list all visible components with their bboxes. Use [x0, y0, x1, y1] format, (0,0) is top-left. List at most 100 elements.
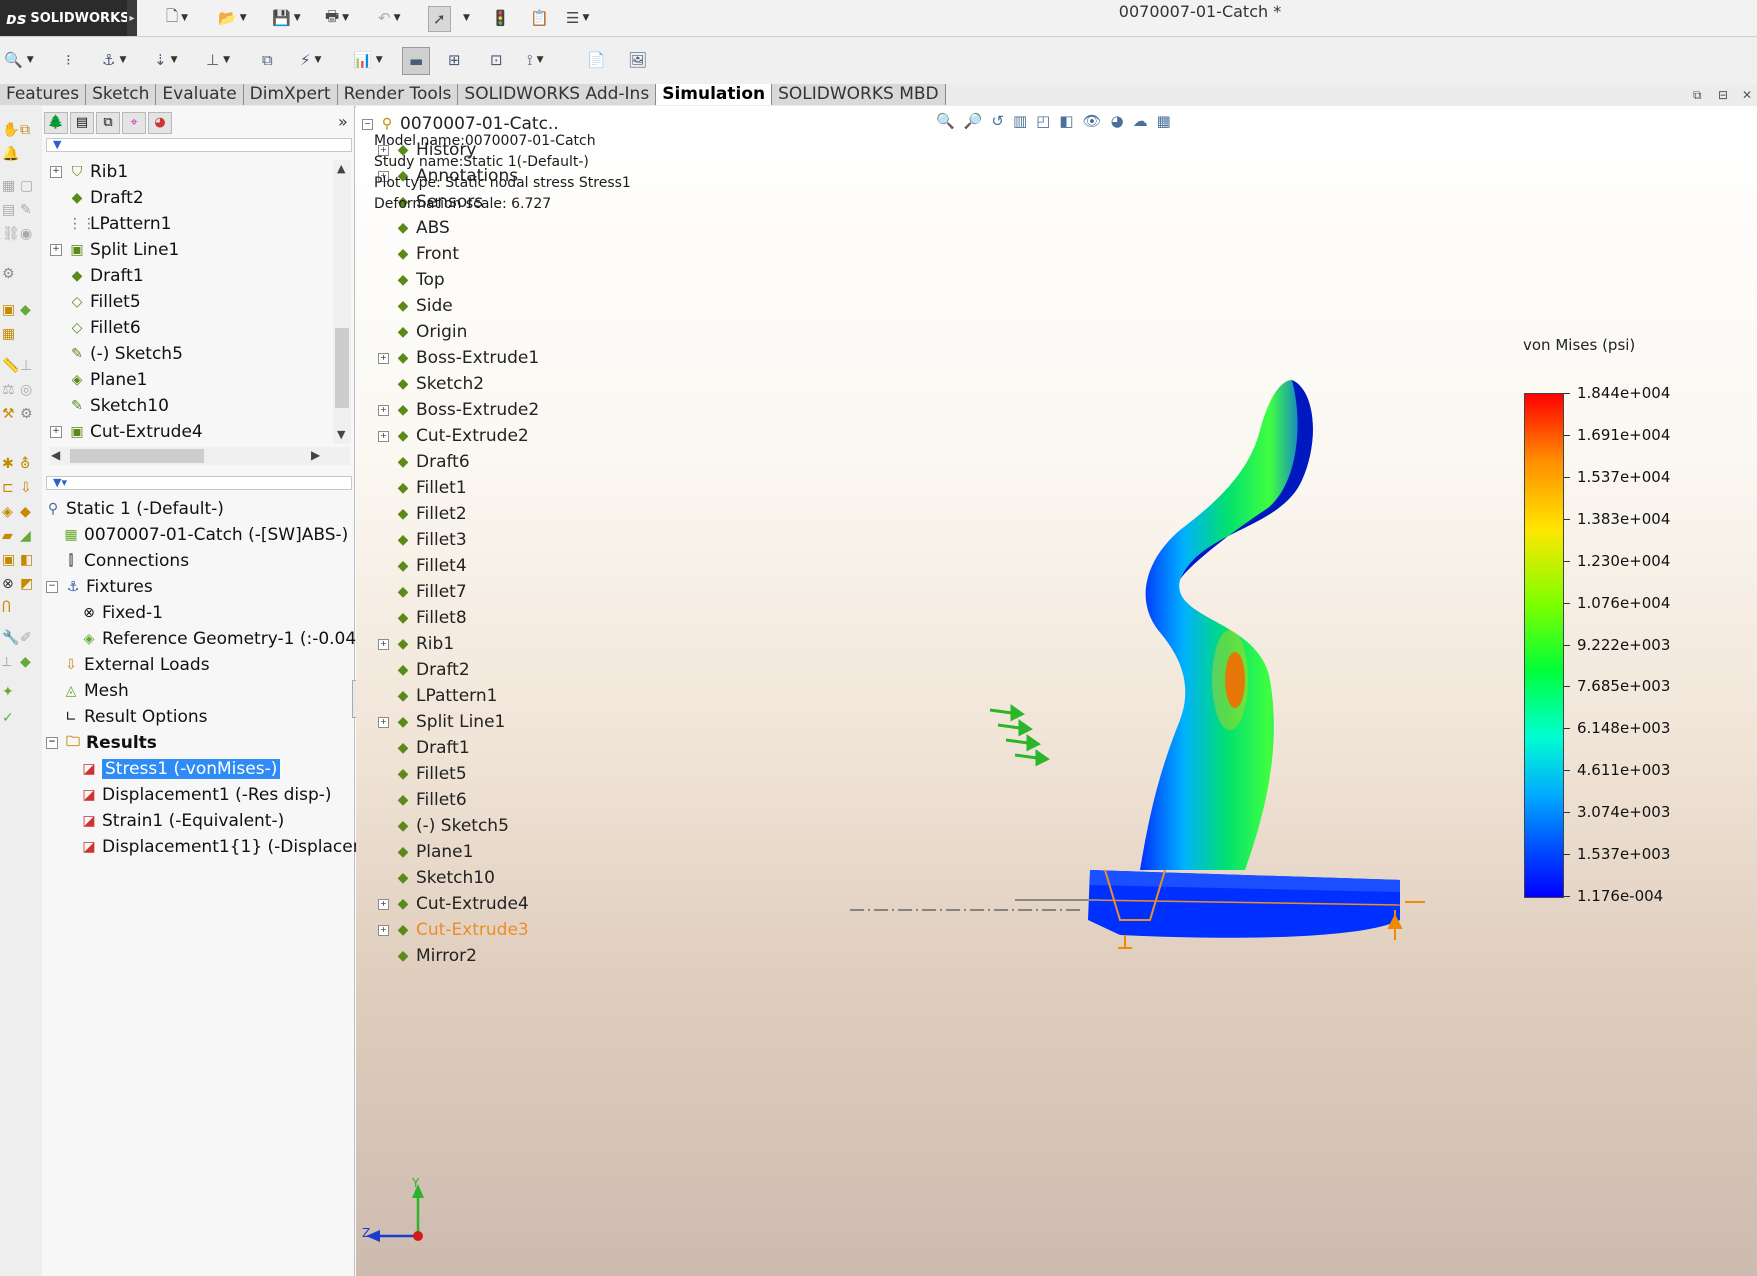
feature-tree-item[interactable]: + ▣ Cut-Extrude4 — [50, 420, 203, 444]
fixtures-advisor-button[interactable]: ⚓ ▼ — [102, 47, 126, 73]
apply-material-button[interactable]: ⁝ — [66, 47, 71, 73]
check-icon[interactable]: ✓ — [2, 710, 14, 726]
connections-item[interactable]: ⫿ Connections — [62, 549, 189, 573]
save-button[interactable]: 💾 ▼ — [272, 6, 301, 30]
feature-tree-item[interactable]: ◇ Fillet5 — [50, 290, 141, 314]
flyout-tree-item[interactable]: ◆ Plane1 — [378, 840, 474, 864]
layers-icon[interactable]: ▤ — [2, 202, 15, 218]
scroll-left-icon[interactable]: ◀ — [51, 448, 60, 462]
select-dropdown[interactable]: ▼ — [460, 6, 470, 30]
green-cube-icon[interactable]: ◆ — [20, 654, 31, 670]
expand-icon[interactable]: + — [378, 638, 389, 650]
flyout-tree-item[interactable]: ◆ Fillet8 — [378, 606, 467, 630]
scene-icon[interactable]: ☁ — [1133, 112, 1148, 134]
include-image-button[interactable]: 🖼 — [628, 47, 647, 73]
report-button[interactable]: 📄 — [587, 47, 606, 73]
property-manager-tab-icon[interactable]: ▤ — [70, 112, 94, 134]
appearance-icon[interactable]: ◕ — [1111, 112, 1124, 134]
tile-icon[interactable]: ⊟ — [1718, 88, 1728, 102]
flyout-tree-item[interactable]: + ◆ Boss-Extrude1 — [378, 346, 539, 370]
new-document-button[interactable]: 🗋 ▼ — [166, 6, 188, 30]
study-advisor-button[interactable]: 🔍 ▼ — [4, 47, 34, 73]
flyout-tree-item[interactable]: ◆ Side — [378, 294, 453, 318]
cube-icon[interactable]: ◆ — [20, 302, 31, 318]
flyout-tree-item[interactable]: + ◆ Cut-Extrude3 — [378, 918, 529, 942]
flyout-tree-item[interactable]: ◆ Mirror2 — [378, 944, 477, 968]
results-advisor-button[interactable]: 📊 ▼ — [353, 47, 383, 73]
feature-tree-item[interactable]: + ▣ Split Line1 — [50, 238, 179, 262]
tab-render-tools[interactable]: Render Tools — [337, 84, 459, 105]
bearing-icon[interactable]: ⛢ — [20, 456, 30, 472]
feature-tree-tab-icon[interactable]: 🌲 — [44, 112, 68, 134]
fixtures-item[interactable]: − ⚓ Fixtures — [46, 575, 153, 599]
part-item[interactable]: ▦ 0070007-01-Catch (-[SW]ABS-) — [62, 523, 348, 547]
block-icon[interactable]: ◩ — [20, 576, 33, 592]
feature-tree-item[interactable]: ◆ Draft1 — [50, 264, 144, 288]
expand-icon[interactable]: + — [378, 430, 389, 442]
feature-tree-item[interactable]: ✎ (-) Sketch5 — [50, 342, 183, 366]
expand-icon[interactable]: + — [50, 426, 62, 438]
scrollbar-thumb[interactable] — [335, 328, 349, 408]
study-item[interactable]: ⚲ Static 1 (-Default-) — [44, 497, 224, 521]
flyout-tree-item[interactable]: ◆ Fillet3 — [378, 528, 467, 552]
collapse-icon[interactable]: − — [362, 118, 373, 130]
collapse-icon[interactable]: − — [46, 737, 58, 749]
spring-icon[interactable]: ✱ — [2, 456, 14, 472]
settings-icon[interactable]: ⚙ — [20, 406, 33, 422]
flyout-tree-item[interactable]: ◆ Front — [378, 242, 459, 266]
expand-icon[interactable]: + — [378, 404, 389, 416]
flyout-tree-item[interactable]: ◆ Fillet1 — [378, 476, 467, 500]
feature-tree-item[interactable]: ◆ Draft2 — [50, 186, 144, 210]
results-folder-item[interactable]: − 🗀 Results — [46, 731, 157, 755]
grid2-icon[interactable]: ▦ — [2, 326, 15, 342]
print-button[interactable]: 🖶 ▼ — [325, 6, 349, 30]
sketch-icon[interactable]: ✐ — [20, 630, 32, 646]
force-icon[interactable]: ⇩ — [20, 480, 32, 496]
feature-tree-item[interactable]: ◈ Plane1 — [50, 368, 148, 392]
flyout-tree-item[interactable]: ◆ Fillet7 — [378, 580, 467, 604]
strain-result-item[interactable]: ◪ Strain1 (-Equivalent-) — [80, 809, 284, 833]
external-loads-item[interactable]: ⇩ External Loads — [62, 653, 209, 677]
undo-button[interactable]: ↶ ▼ — [378, 6, 401, 30]
box-icon[interactable]: ▣ — [2, 302, 15, 318]
ramp-icon[interactable]: ◢ — [20, 528, 31, 544]
expand-icon[interactable]: + — [378, 898, 389, 910]
bucket-icon[interactable]: ▣ — [2, 552, 15, 568]
zoom-to-fit-icon[interactable]: 🔍 — [936, 112, 955, 134]
target-icon[interactable]: ⊗ — [2, 576, 14, 592]
flyout-tree-item[interactable]: + ◆ Split Line1 — [378, 710, 505, 734]
solidworks-logo[interactable]: ᴅs SOLIDWORKS — [0, 0, 130, 36]
connections-advisor-button[interactable]: ⊥ ▼ — [206, 47, 230, 73]
tab-simulation[interactable]: Simulation — [656, 84, 773, 105]
bolt-icon[interactable]: ⊏ — [2, 480, 14, 496]
weld-icon[interactable]: ⚒ — [2, 406, 15, 422]
flyout-tree-item[interactable]: ◆ Draft1 — [378, 736, 470, 760]
flyout-tree-item[interactable]: ◆ Fillet2 — [378, 502, 467, 526]
flyout-tree-item[interactable]: + ◆ Cut-Extrude2 — [378, 424, 529, 448]
tab-evaluate[interactable]: Evaluate — [156, 84, 244, 105]
horizontal-scrollbar-thumb[interactable] — [70, 449, 204, 463]
file-properties-button[interactable]: 📋 — [530, 6, 549, 30]
flyout-tree-item[interactable]: ◆ Draft2 — [378, 658, 470, 682]
shell-manager-button[interactable]: ⧉ — [262, 47, 273, 73]
compare-results-button[interactable]: ⊞ — [448, 47, 461, 73]
tab-mbd[interactable]: SOLIDWORKS MBD — [772, 84, 946, 105]
scroll-up-icon[interactable]: ▲ — [337, 162, 345, 175]
shape-icon[interactable]: ◧ — [20, 552, 33, 568]
menu-expand-icon[interactable]: ▸ — [127, 0, 137, 36]
flyout-tree-item[interactable]: ◆ Top — [378, 268, 445, 292]
measure-icon[interactable]: ⊥ — [20, 358, 32, 374]
flyout-tree-item[interactable]: + ◆ Rib1 — [378, 632, 454, 656]
stress-result-item[interactable]: ◪ Stress1 (-vonMises-) — [80, 757, 282, 781]
display-style-icon[interactable]: ◧ — [1059, 112, 1073, 134]
flyout-tree-item[interactable]: + ◆ Cut-Extrude4 — [378, 892, 529, 916]
bell-icon[interactable]: 🔔 — [2, 146, 19, 162]
expand-icon[interactable]: + — [378, 924, 389, 936]
feature-filter[interactable]: ▼ — [46, 138, 352, 152]
result-options-item[interactable]: ∟ Result Options — [62, 705, 207, 729]
hide-show-icon[interactable]: 👁 — [1083, 112, 1102, 134]
scroll-down-icon[interactable]: ▼ — [337, 428, 345, 441]
pin-icon[interactable]: ◈ — [2, 504, 13, 520]
frame-icon[interactable]: ▢ — [20, 178, 33, 194]
simulation-filter[interactable]: ▼▾ — [46, 476, 352, 490]
